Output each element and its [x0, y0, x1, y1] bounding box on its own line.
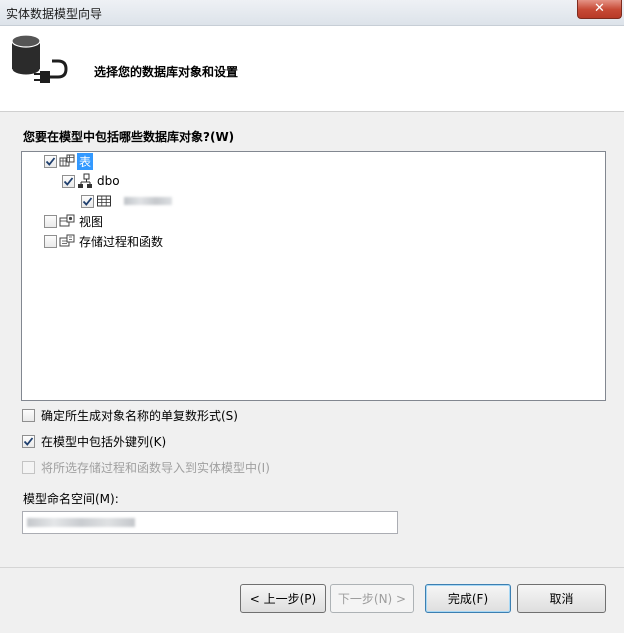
- title-bar[interactable]: 实体数据模型向导 ✕: [0, 0, 624, 26]
- tables-label[interactable]: 表: [77, 152, 94, 170]
- dbo-label[interactable]: dbo: [95, 174, 122, 188]
- redacted-namespace: [27, 518, 135, 527]
- cancel-button[interactable]: 取消: [517, 584, 606, 613]
- finish-button[interactable]: 完成(F): [425, 584, 511, 613]
- tree-node-table-item[interactable]: [81, 192, 172, 210]
- import-procedures-label: 将所选存储过程和函数导入到实体模型中(I): [41, 461, 270, 475]
- namespace-label: 模型命名空间(M):: [23, 492, 119, 506]
- tree-node-dbo[interactable]: dbo: [62, 172, 122, 190]
- tree-label: 您要在模型中包括哪些数据库对象?(W): [23, 130, 235, 144]
- page-title: 选择您的数据库对象和设置: [94, 65, 239, 79]
- table-item-checkbox[interactable]: [81, 194, 94, 208]
- database-plug-icon: [11, 34, 68, 83]
- table-icon: [97, 195, 111, 207]
- procedures-label[interactable]: 存储过程和函数: [77, 233, 165, 250]
- procedures-folder-icon: [59, 234, 75, 247]
- dbo-checkbox[interactable]: [62, 174, 75, 188]
- footer-divider: [0, 567, 624, 568]
- close-button[interactable]: ✕: [577, 0, 622, 19]
- views-label[interactable]: 视图: [77, 213, 105, 230]
- close-icon: ✕: [594, 1, 605, 16]
- redacted-table-name: [124, 197, 172, 205]
- procedures-checkbox[interactable]: [44, 234, 57, 248]
- schema-icon: [78, 173, 92, 188]
- previous-button[interactable]: < 上一步(P): [240, 584, 326, 613]
- views-folder-icon: [59, 214, 75, 227]
- tree-node-tables[interactable]: 表: [44, 152, 94, 170]
- import-procedures-option: 将所选存储过程和函数导入到实体模型中(I): [22, 459, 270, 476]
- database-objects-tree[interactable]: 表 dbo 视图 存储过程和函数: [21, 151, 606, 401]
- tree-node-procedures[interactable]: 存储过程和函数: [44, 232, 165, 250]
- foreign-keys-checkbox[interactable]: [22, 435, 35, 448]
- wizard-window: 实体数据模型向导 ✕ 选择您的数据库对象和设置 您要在模型中包括哪些数据库对象?…: [0, 0, 624, 633]
- tables-folder-icon: [59, 154, 75, 167]
- next-button: 下一步(N) >: [330, 584, 414, 613]
- header-panel: 选择您的数据库对象和设置: [0, 26, 624, 112]
- foreign-keys-label[interactable]: 在模型中包括外键列(K): [41, 433, 166, 450]
- views-checkbox[interactable]: [44, 214, 57, 228]
- namespace-input[interactable]: [22, 511, 398, 534]
- foreign-keys-option[interactable]: 在模型中包括外键列(K): [22, 433, 166, 450]
- window-title: 实体数据模型向导: [6, 7, 103, 21]
- tables-checkbox[interactable]: [44, 154, 57, 168]
- import-procedures-checkbox: [22, 461, 35, 474]
- pluralize-label[interactable]: 确定所生成对象名称的单复数形式(S): [41, 407, 238, 424]
- tree-node-views[interactable]: 视图: [44, 212, 105, 230]
- pluralize-option[interactable]: 确定所生成对象名称的单复数形式(S): [22, 407, 238, 424]
- pluralize-checkbox[interactable]: [22, 409, 35, 422]
